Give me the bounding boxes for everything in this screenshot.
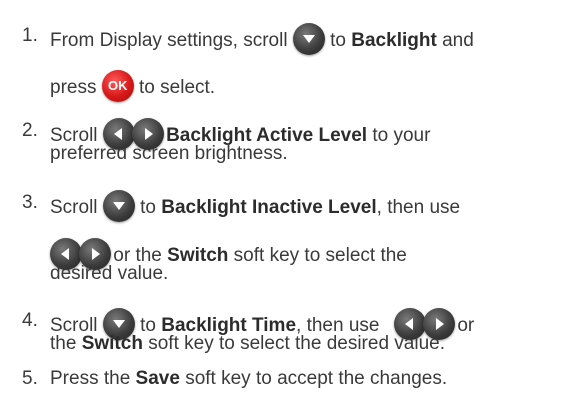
step-1-text-b: to [330, 30, 346, 52]
step-3-switch: Switch [167, 245, 229, 267]
step-4-number: 4. [22, 310, 38, 331]
step-3-text-d: , then use [376, 197, 461, 219]
step-3-text-a: Scroll [50, 197, 98, 219]
step-5-line-1: Press the Save soft key to accept the ch… [50, 368, 447, 390]
step-4-line-2: the Switch soft key to select the desire… [50, 333, 445, 355]
step-1-number: 1. [22, 25, 38, 46]
step-5-save: Save [135, 368, 180, 389]
step-2-text-c: to your [372, 125, 431, 147]
step-2-line-2: preferred screen brightness. [50, 143, 288, 165]
step-1-line-2: press OK to select. [50, 70, 216, 104]
navigation-down-icon [102, 190, 135, 222]
step-5-text-a: Press the [50, 368, 131, 389]
step-3-text-soft-key: soft key to select the [233, 245, 407, 267]
step-1-text-a: From Display settings, scroll [50, 30, 288, 52]
step-2-number: 2. [22, 120, 38, 141]
step-5-number: 5. [22, 368, 38, 389]
step-4-text-the: the [50, 333, 77, 354]
navigation-down-icon [292, 23, 325, 55]
step-1-text-select: to select. [139, 77, 216, 99]
step-3-line-1: Scroll to Backlight Inactive Level, then… [50, 190, 461, 224]
step-1-text-d: and [442, 30, 474, 52]
step-3-text-desired: desired value. [50, 263, 169, 284]
step-4-text-soft-key: soft key to select the desired value. [148, 333, 445, 354]
step-1-backlight: Backlight [351, 30, 437, 52]
ok-icon: OK [101, 70, 134, 102]
instructions-document: 1. From Display settings, scroll to Back… [0, 0, 585, 403]
step-5-text-c: soft key to accept the changes. [185, 368, 448, 389]
step-3-inactive-level: Backlight Inactive Level [161, 197, 377, 219]
step-3-text-b: to [140, 197, 156, 219]
step-3-number: 3. [22, 192, 38, 213]
step-2-text-brightness: preferred screen brightness. [50, 143, 288, 164]
step-3-line-3: desired value. [50, 263, 168, 285]
step-4-switch: Switch [81, 333, 143, 354]
step-1-text-press: press [50, 77, 97, 99]
step-1-line-1: From Display settings, scroll to Backlig… [50, 23, 474, 57]
step-4-text-or: or [457, 315, 475, 337]
